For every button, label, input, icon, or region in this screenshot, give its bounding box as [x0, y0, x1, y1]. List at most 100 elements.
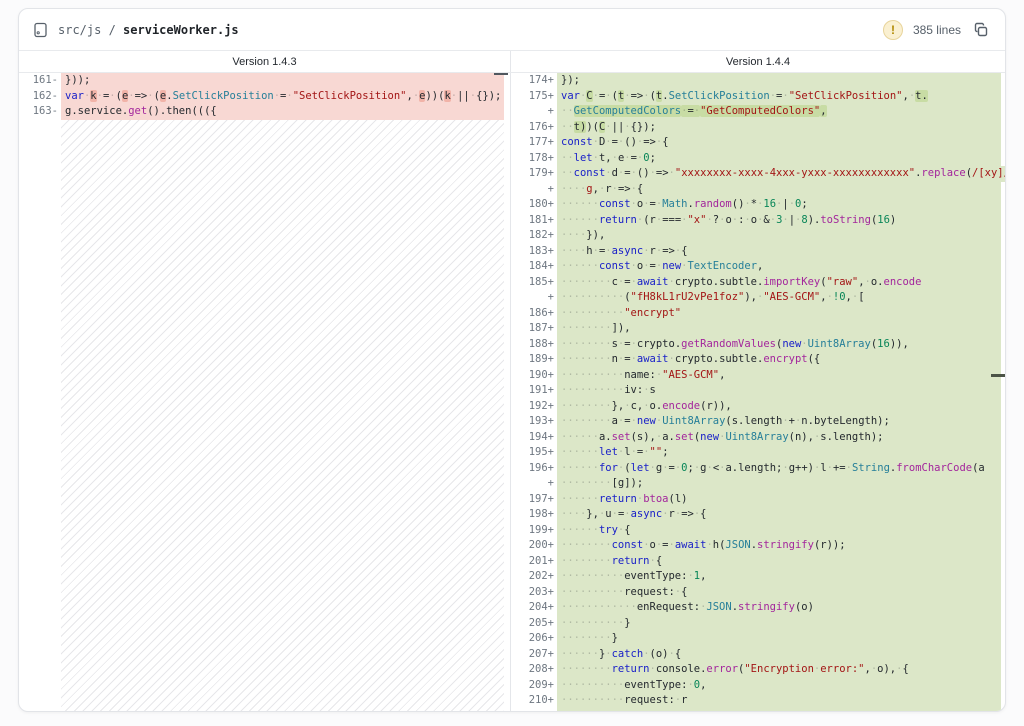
code-line: ······const·o·=·Math.random()·*·16·|·0; [557, 197, 1001, 213]
line-number: 206+ [528, 632, 554, 644]
diff-row: 193+ ········a·=·new·Uint8Array(s.length·… [511, 414, 1005, 430]
code-line: ··let·t,·e·=·0; [557, 150, 1001, 166]
line-number: 196+ [528, 461, 554, 474]
code-line: ········},·c,·o.encode(r)), [557, 398, 1001, 414]
diff-row: 205+ ··········} [511, 615, 1005, 631]
line-number: + [547, 477, 554, 489]
diff-row: 206+ ········} [511, 631, 1005, 647]
diff-row: 208+ ········return·console.error("Encryp… [511, 662, 1005, 678]
code-line: ····}), [557, 228, 1001, 244]
diff-row: 182+ ····}), [511, 228, 1005, 244]
line-number: 163- [32, 105, 58, 117]
line-number: 178+ [528, 151, 554, 164]
diff-row: 201+ ········return·{ [511, 553, 1005, 569]
diff-row: 199+ ······try·{ [511, 522, 1005, 538]
code-line: ······}·catch·(o)·{ [557, 646, 1001, 662]
line-number: 184+ [528, 260, 554, 272]
code-line: ······const·o·=·new·TextEncoder, [557, 259, 1001, 275]
line-number: 197+ [528, 492, 554, 505]
code-line: ········n·=·await·crypto.subtle.encrypt(… [557, 352, 1001, 368]
code-line: ········]), [557, 321, 1001, 337]
code-line: ············enRequest:·JSON.stringify(o) [557, 600, 1001, 616]
code-line: const·D·=·()·=>·{ [557, 135, 1001, 151]
diff-row: 196+ ······for·(let·g·=·0;·g·<·a.length;·… [511, 460, 1005, 476]
code-line: ··········request:·{ [557, 584, 1001, 600]
line-number: 209+ [528, 678, 554, 691]
line-number: 195+ [528, 446, 554, 458]
diff-row: 188+ ········s·=·crypto.getRandomValues(n… [511, 336, 1005, 352]
path-prefix: src/js [58, 22, 102, 37]
empty-region-hatch [61, 119, 504, 711]
line-number: 179+ [528, 167, 554, 179]
code-line: ········c·=·await·crypto.subtle.importKe… [557, 274, 1001, 290]
diff-row: 161-})); [19, 73, 510, 89]
version-header-new: Version 1.4.4 [510, 51, 1005, 72]
diff-row: 194+ ······a.set(s),·a.set(new·Uint8Array… [511, 429, 1005, 445]
diff-row: 183+ ····h·=·async·r·=>·{ [511, 243, 1005, 259]
line-number: + [547, 105, 554, 117]
diff-row: 192+ ········},·c,·o.encode(r)), [511, 398, 1005, 414]
warning-icon[interactable]: ! [882, 19, 903, 40]
code-line: })); [61, 73, 504, 89]
code-line: ··········name:·"AES-GCM", [557, 367, 1001, 383]
code-line: ········return·{ [557, 553, 1001, 569]
line-number: 207+ [528, 647, 554, 660]
line-number: + [547, 182, 554, 195]
code-line: ········a·=·new·Uint8Array(s.length·+·n.… [557, 414, 1001, 430]
code-line: ····g,·r·=>·{ [557, 181, 1001, 197]
code-line: ··········} [557, 615, 1001, 631]
diff-body: 161-})); 162- var·k·=·(e·=>·(e.SetClickPos… [19, 73, 1005, 711]
code-line: ········} [557, 708, 1001, 711]
code-line: ······for·(let·g·=·0;·g·<·a.length;·g++)… [557, 460, 1001, 476]
line-number: 201+ [528, 554, 554, 567]
line-number: 161- [32, 74, 58, 86]
code-line: ········const·o·=·await·h(JSON.stringify… [557, 538, 1001, 554]
line-number: 194+ [528, 430, 554, 443]
line-number: 176+ [528, 120, 554, 133]
code-line: ··GetComputedColors·=·"GetComputedColors… [557, 104, 1001, 120]
pane-old[interactable]: 161-})); 162- var·k·=·(e·=>·(e.SetClickPos… [19, 73, 510, 711]
file-header: src/js / serviceWorker.js ! 385 lines [19, 9, 1005, 51]
line-number: 203+ [528, 585, 554, 598]
line-number: 211+ [511, 709, 557, 712]
line-number: 199+ [528, 523, 554, 536]
diff-row: 197+ ······return·btoa(l) [511, 491, 1005, 507]
diff-row: 209+ ··········eventType:·0, [511, 677, 1005, 693]
diff-row: 203+ ··········request:·{ [511, 584, 1005, 600]
code-line: ········return·console.error("Encryption… [557, 662, 1001, 678]
scroll-marker-new[interactable] [991, 374, 1005, 377]
line-number: 189+ [528, 353, 554, 365]
line-number: 208+ [528, 663, 554, 675]
code-line: ··········("fH8kL1rU2vPe1foz"),·"AES-GCM… [557, 290, 1001, 306]
code-line: ····},·u·=·async·r·=>·{ [557, 507, 1001, 523]
code-line: ··········iv:·s [557, 383, 1001, 399]
copy-icon[interactable] [971, 20, 991, 40]
code-line: ··const·d·=·()·=>·"xxxxxxxx-xxxx-4xxx-yx… [557, 166, 1005, 182]
diff-row: 186+ ··········"encrypt" [511, 305, 1005, 321]
line-number: 202+ [528, 570, 554, 582]
code-line: ······a.set(s),·a.set(new·Uint8Array(n),… [557, 429, 1001, 445]
diff-row: 176+ ··t))(C·||·{}); [511, 119, 1005, 135]
line-number: 174+ [528, 74, 554, 86]
file-icon [33, 22, 48, 38]
line-number: 191+ [528, 384, 554, 396]
pane-new[interactable]: 174+}); 175+ var·C·=·(t·=>·(t.SetClickPosi… [510, 73, 1005, 711]
code-line: ··········eventType:·0, [557, 677, 1001, 693]
code-line: ··········request:·r [557, 693, 1001, 709]
diff-row: 177+ const·D·=·()·=>·{ [511, 135, 1005, 151]
diff-viewer-card: src/js / serviceWorker.js ! 385 lines Ve… [18, 8, 1006, 712]
line-number: 210+ [528, 694, 554, 706]
diff-row: + ··········("fH8kL1rU2vPe1foz"),·"AES-GC… [511, 290, 1005, 306]
scroll-marker-old[interactable] [494, 73, 508, 75]
code-line: ······let·l·=·""; [557, 445, 1001, 461]
diff-row: + ····g,·r·=>·{ [511, 181, 1005, 197]
line-number: 187+ [528, 322, 554, 334]
code-line: ········[g]); [557, 476, 1001, 492]
diff-row: 163- g.service.get().then((({ [19, 104, 510, 120]
code-line: ··t))(C·||·{}); [557, 119, 1001, 135]
code-line: var·k·=·(e·=>·(e.SetClickPosition·=·"Set… [61, 88, 504, 104]
code-line: ········s·=·crypto.getRandomValues(new·U… [557, 336, 1001, 352]
code-line: ····h·=·async·r·=>·{ [557, 243, 1001, 259]
line-number: 180+ [528, 198, 554, 210]
line-number: 162- [32, 89, 58, 102]
